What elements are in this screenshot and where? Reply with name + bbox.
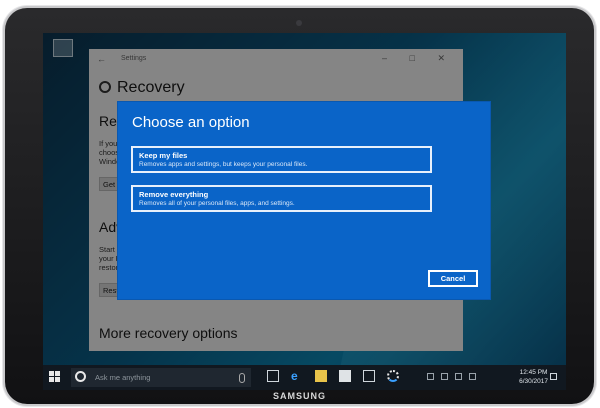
option-title: Keep my files bbox=[139, 151, 188, 160]
tablet-frame: SAMSUNG ← Settings – □ ✕ Recovery Reset … bbox=[5, 8, 594, 404]
notifications-icon[interactable] bbox=[550, 373, 557, 380]
keyboard-icon[interactable] bbox=[469, 373, 476, 380]
settings-icon[interactable] bbox=[387, 370, 399, 382]
taskbar: Ask me anything e 12:45 PM 6/30/2017 bbox=[43, 365, 566, 390]
battery-icon[interactable] bbox=[441, 373, 448, 380]
edge-icon[interactable]: e bbox=[291, 370, 303, 382]
option-title: Remove everything bbox=[139, 190, 209, 199]
option-description: Removes all of your personal files, apps… bbox=[139, 200, 295, 207]
choose-option-dialog: Choose an option Keep my files Removes a… bbox=[118, 102, 490, 299]
network-icon[interactable] bbox=[427, 373, 434, 380]
mail-icon[interactable] bbox=[363, 370, 375, 382]
search-box[interactable]: Ask me anything bbox=[71, 368, 251, 387]
keep-my-files-option[interactable]: Keep my files Removes apps and settings,… bbox=[131, 146, 432, 173]
camera bbox=[296, 20, 302, 26]
clock[interactable]: 12:45 PM 6/30/2017 bbox=[519, 368, 548, 386]
windows-start-icon[interactable] bbox=[49, 371, 61, 383]
store-icon[interactable] bbox=[339, 370, 351, 382]
volume-icon[interactable] bbox=[455, 373, 462, 380]
search-placeholder: Ask me anything bbox=[95, 373, 151, 382]
screen: ← Settings – □ ✕ Recovery Reset this PC … bbox=[43, 33, 566, 390]
brand-logo: SAMSUNG bbox=[272, 391, 326, 401]
cortana-icon[interactable] bbox=[75, 371, 86, 382]
file-explorer-icon[interactable] bbox=[315, 370, 327, 382]
time-text: 12:45 PM bbox=[519, 369, 548, 376]
microphone-icon[interactable] bbox=[239, 373, 245, 383]
cancel-button[interactable]: Cancel bbox=[428, 270, 478, 287]
dialog-title: Choose an option bbox=[132, 114, 250, 131]
task-view-icon[interactable] bbox=[267, 370, 279, 382]
date-text: 6/30/2017 bbox=[519, 378, 548, 385]
remove-everything-option[interactable]: Remove everything Removes all of your pe… bbox=[131, 185, 432, 212]
option-description: Removes apps and settings, but keeps you… bbox=[139, 161, 308, 168]
